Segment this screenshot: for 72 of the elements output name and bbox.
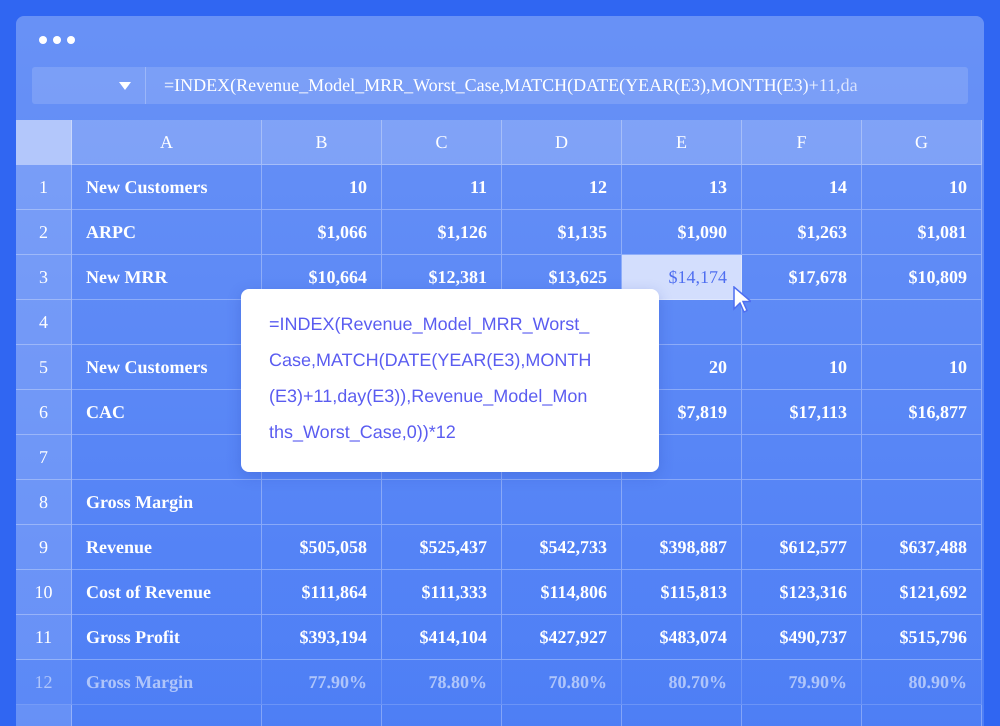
row-header[interactable]: 8 bbox=[16, 480, 72, 525]
table-cell: $483,074 bbox=[622, 615, 742, 660]
row-header[interactable]: 2 bbox=[16, 210, 72, 255]
table-cell: $612,577 bbox=[742, 525, 862, 570]
row-header[interactable]: 3 bbox=[16, 255, 72, 300]
table-cell: $1,081 bbox=[862, 210, 982, 255]
formula-tooltip: =INDEX(Revenue_Model_MRR_Worst_ Case,MATCH(DATE(YEAR(E3),MONTH (E3)+11,day(E3)),Revenue_Model_Mon ths_Worst_Case,0))*12 bbox=[241, 289, 659, 472]
row-header[interactable]: 11 bbox=[16, 615, 72, 660]
column-header[interactable]: B bbox=[262, 120, 382, 165]
table-cell: Cost of Revenue bbox=[72, 570, 262, 615]
table-cell: Gross Margin bbox=[72, 660, 262, 705]
column-header[interactable]: G bbox=[862, 120, 982, 165]
table-cell: 79.90% bbox=[742, 660, 862, 705]
table-cell: 70.80% bbox=[502, 660, 622, 705]
table-cell: Gross Profit bbox=[72, 615, 262, 660]
table-cell: $427,927 bbox=[502, 615, 622, 660]
table-cell: $111,864 bbox=[262, 570, 382, 615]
table-cell: $17,113 bbox=[742, 390, 862, 435]
column-header[interactable]: C bbox=[382, 120, 502, 165]
table-cell: 10 bbox=[262, 165, 382, 210]
table-cell: $121,692 bbox=[862, 570, 982, 615]
row-header[interactable]: 1 bbox=[16, 165, 72, 210]
table-cell: New Customers bbox=[72, 165, 262, 210]
table-cell: 80.90% bbox=[862, 660, 982, 705]
select-all-corner[interactable] bbox=[16, 120, 72, 165]
table-cell: 12 bbox=[502, 165, 622, 210]
column-header[interactable]: D bbox=[502, 120, 622, 165]
table-cell: 14 bbox=[742, 165, 862, 210]
table-cell: 78.80% bbox=[382, 660, 502, 705]
table-cell: $16,877 bbox=[862, 390, 982, 435]
table-cell: 10 bbox=[862, 165, 982, 210]
table-cell: $490,737 bbox=[742, 615, 862, 660]
row-header[interactable]: 7 bbox=[16, 435, 72, 480]
row-header[interactable]: 5 bbox=[16, 345, 72, 390]
table-cell: $637,488 bbox=[862, 525, 982, 570]
column-header[interactable]: E bbox=[622, 120, 742, 165]
table-cell: $515,796 bbox=[862, 615, 982, 660]
table-cell: $525,437 bbox=[382, 525, 502, 570]
row-header[interactable]: 6 bbox=[16, 390, 72, 435]
table-cell: $393,194 bbox=[262, 615, 382, 660]
table-cell: $1,066 bbox=[262, 210, 382, 255]
table-cell: $1,263 bbox=[742, 210, 862, 255]
table-cell: $114,806 bbox=[502, 570, 622, 615]
caret-icon bbox=[119, 82, 131, 90]
table-cell: $542,733 bbox=[502, 525, 622, 570]
table-cell: Gross Margin bbox=[72, 480, 262, 525]
table-cell: $10,809 bbox=[862, 255, 982, 300]
table-cell: $505,058 bbox=[262, 525, 382, 570]
row-header[interactable]: 4 bbox=[16, 300, 72, 345]
table-cell: $1,135 bbox=[502, 210, 622, 255]
table-cell: 11 bbox=[382, 165, 502, 210]
table-cell: 13 bbox=[622, 165, 742, 210]
table-cell: 10 bbox=[742, 345, 862, 390]
table-cell: $111,333 bbox=[382, 570, 502, 615]
table-cell: ARPC bbox=[72, 210, 262, 255]
cursor-icon bbox=[733, 286, 751, 314]
table-cell: $1,126 bbox=[382, 210, 502, 255]
row-header[interactable]: 10 bbox=[16, 570, 72, 615]
column-header[interactable]: F bbox=[742, 120, 862, 165]
window-controls-icon[interactable] bbox=[38, 35, 78, 45]
table-cell: $14,174 bbox=[622, 255, 742, 300]
row-header[interactable]: 9 bbox=[16, 525, 72, 570]
row-header[interactable]: 12 bbox=[16, 660, 72, 705]
table-cell: Revenue bbox=[72, 525, 262, 570]
table-cell: $414,104 bbox=[382, 615, 502, 660]
table-cell: 77.90% bbox=[262, 660, 382, 705]
table-cell: 10 bbox=[862, 345, 982, 390]
table-cell: $115,813 bbox=[622, 570, 742, 615]
table-cell: 80.70% bbox=[622, 660, 742, 705]
column-header[interactable]: A bbox=[72, 120, 262, 165]
table-cell: $123,316 bbox=[742, 570, 862, 615]
table-cell: $398,887 bbox=[622, 525, 742, 570]
